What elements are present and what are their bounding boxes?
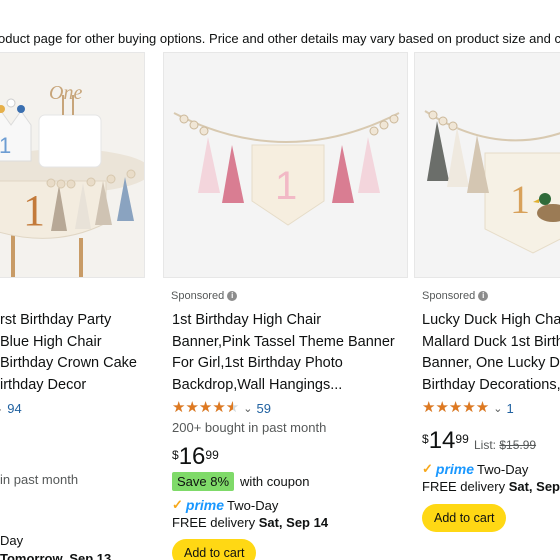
rating-count-link[interactable]: 94	[7, 401, 21, 416]
delivery-text-3: FREE delivery Sat, Sep 1	[422, 479, 560, 494]
number-1-print: 1	[23, 186, 45, 235]
product-image-2[interactable]: 1	[163, 52, 408, 278]
product-title-1[interactable]: rst Birthday Party Blue High Chair Birth…	[0, 310, 137, 396]
coupon-badge[interactable]: Save 8%	[172, 472, 235, 491]
number-1-print: 1	[510, 177, 530, 222]
bought-text-1: in past month	[0, 472, 79, 487]
number-1-print: 1	[275, 164, 297, 208]
add-to-cart-button[interactable]: Add to cart	[172, 539, 257, 560]
price-3[interactable]: $ 14 99	[422, 428, 469, 454]
rating-row-1[interactable]: ⌄ 94	[0, 401, 22, 416]
delivery-text-2: FREE delivery Sat, Sep 14	[172, 515, 329, 530]
chevron-down-icon[interactable]: ⌄	[243, 402, 252, 415]
rating-count-link[interactable]: 1	[506, 401, 513, 416]
prime-check-icon: ✓	[172, 497, 183, 512]
bought-text-2: 200+ bought in past month	[172, 420, 327, 435]
prime-row-3: ✓ prime Two-Day	[422, 461, 529, 477]
prime-row-1: Day	[0, 533, 24, 548]
product-image-3[interactable]: 1	[414, 52, 560, 278]
chevron-down-icon[interactable]: ⌄	[493, 402, 502, 415]
product-image-1[interactable]: 1 One 1	[0, 52, 145, 278]
prime-row-2: ✓ prime Two-Day	[172, 497, 279, 513]
sponsored-label-3[interactable]: Sponsored i	[422, 290, 489, 302]
sponsored-label-2[interactable]: Sponsored i	[171, 290, 238, 302]
list-price-3: List: $15.99	[474, 438, 537, 452]
chevron-down-icon[interactable]: ⌄	[0, 402, 3, 415]
star-rating[interactable]: ★★★★★ ★★★★★	[172, 400, 239, 416]
rating-row-2[interactable]: ★★★★★ ★★★★★ ⌄ 59	[172, 400, 271, 416]
crown-number-print: 1	[0, 133, 11, 158]
coupon-row-2[interactable]: Save 8% with coupon	[172, 472, 309, 491]
rating-count-link[interactable]: 59	[256, 401, 270, 416]
info-icon[interactable]: i	[478, 291, 489, 301]
info-icon[interactable]: i	[227, 291, 238, 301]
prime-logo: prime	[435, 461, 475, 477]
buying-options-notice: oduct page for other buying options. Pri…	[0, 31, 560, 46]
delivery-text-1: Tomorrow, Sep 13	[0, 551, 112, 560]
coupon-text: with coupon	[240, 474, 310, 489]
add-to-cart-button[interactable]: Add to cart	[422, 504, 507, 532]
cake-topper-text: One	[49, 82, 82, 104]
product-title-2[interactable]: 1st Birthday High Chair Banner,Pink Tass…	[172, 310, 395, 396]
prime-logo: prime	[185, 497, 225, 513]
star-rating[interactable]: ★★★★★ ★★★★★	[422, 400, 489, 416]
prime-check-icon: ✓	[422, 461, 433, 476]
rating-row-3[interactable]: ★★★★★ ★★★★★ ⌄ 1	[422, 400, 514, 416]
product-title-3[interactable]: Lucky Duck High Chai Mallard Duck 1st Bi…	[422, 310, 560, 396]
price-2[interactable]: $ 16 99	[172, 444, 219, 470]
